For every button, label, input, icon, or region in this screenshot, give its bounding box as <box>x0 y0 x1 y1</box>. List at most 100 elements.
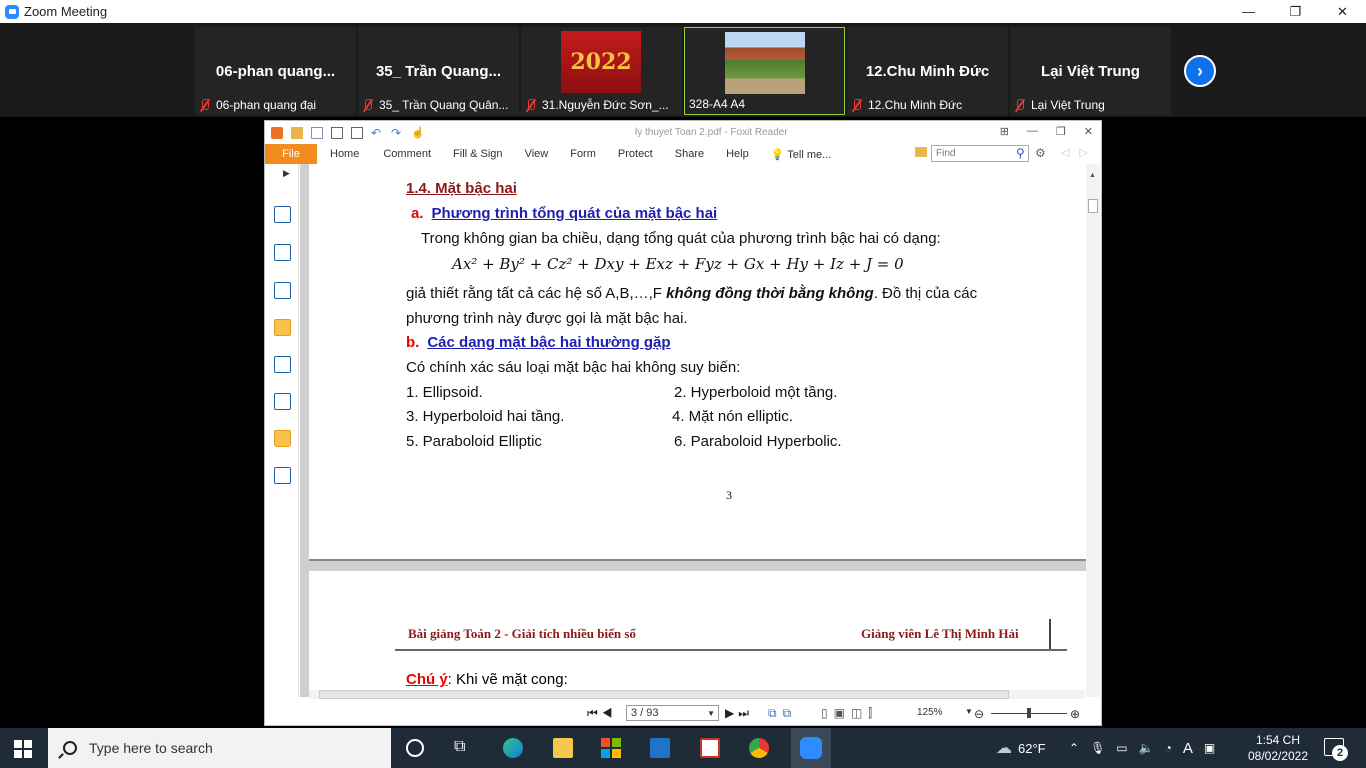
nav-arrows-icon[interactable]: ◁▷ <box>1061 146 1098 159</box>
vertical-scrollbar[interactable]: ▲ <box>1086 164 1100 697</box>
taskbar-search-box[interactable]: Type here to search <box>48 728 391 768</box>
lock-icon[interactable] <box>274 430 291 447</box>
comments-icon[interactable] <box>274 319 291 336</box>
tab-help[interactable]: Help <box>715 148 760 160</box>
participant-name: 35_ Trần Quang... <box>375 63 502 80</box>
pages-icon[interactable] <box>274 244 291 261</box>
tab-home[interactable]: Home <box>317 148 372 160</box>
network-icon[interactable]: ◔ <box>1165 741 1172 755</box>
ime-icon[interactable]: ▣ <box>1204 741 1215 755</box>
foxit-logo-icon <box>271 126 283 139</box>
ribbon-options-icon[interactable]: ⊞ <box>1000 125 1009 138</box>
zoom-in-icon[interactable]: ⊕ <box>1070 707 1080 721</box>
status-bar: ⏮◀ 3 / 93 ▼ ▶⏭ ⧉⧉ ▯▣◫⫿ 125% ▼ ⊖ ⊕ <box>265 703 1101 725</box>
foxit-minimize-button[interactable]: — <box>1027 125 1038 138</box>
view-mode-icons[interactable]: ⧉⧉ <box>768 706 797 721</box>
paragraph-line-1: giả thiết rằng tất cả các hệ số A,B,…,F … <box>406 285 978 302</box>
horizontal-scroll-thumb[interactable] <box>319 690 1009 699</box>
layers-icon[interactable] <box>274 282 291 299</box>
participant-label: 06-phan quang đại <box>195 95 316 115</box>
foxit-restore-button[interactable]: ❐ <box>1056 125 1066 138</box>
minimize-button[interactable]: — <box>1225 0 1272 23</box>
page-number-input[interactable]: 3 / 93 ▼ <box>626 705 719 721</box>
zoom-slider-knob[interactable] <box>1027 708 1031 718</box>
horizontal-scrollbar[interactable] <box>309 690 1085 699</box>
scroll-up-icon[interactable]: ▲ <box>1089 172 1096 179</box>
find-input[interactable]: Find <box>931 145 1029 162</box>
microphone-icon[interactable]: 🎙 <box>1090 741 1105 755</box>
weather-widget[interactable]: ☁ 62°F <box>996 728 1046 768</box>
zoom-level[interactable]: 125% <box>917 707 943 718</box>
find-folder-icon[interactable] <box>915 147 927 157</box>
tab-file[interactable]: File <box>265 144 317 164</box>
open-folder-icon[interactable] <box>291 126 303 139</box>
print-icon[interactable] <box>331 126 343 139</box>
hand-tool-icon[interactable]: ☝ <box>411 127 425 139</box>
participant-tile[interactable]: 2022 31.Nguyễn Đức Sơn_... <box>521 27 682 115</box>
restore-button[interactable]: ❐ <box>1272 0 1319 23</box>
intro-text: Trong không gian ba chiều, dạng tổng quá… <box>421 230 941 247</box>
tab-comment[interactable]: Comment <box>372 148 442 160</box>
tab-share[interactable]: Share <box>664 148 715 160</box>
subsection-a: a. Phương trình tổng quát của mặt bậc hai <box>411 205 718 222</box>
store-icon[interactable] <box>601 738 621 758</box>
windows-start-icon[interactable] <box>14 740 32 758</box>
header-divider <box>1049 619 1051 649</box>
pdf-page-4: Bài giảng Toán 2 - Giải tích nhiều biến … <box>309 571 1086 697</box>
battery-icon[interactable]: ▭ <box>1116 741 1127 755</box>
participant-label: 328-A4 A4 <box>689 97 746 111</box>
tab-fill-sign[interactable]: Fill & Sign <box>442 148 514 160</box>
window-title: Zoom Meeting <box>24 4 108 19</box>
volume-icon[interactable]: 🔈 <box>1139 741 1154 755</box>
tell-me-box[interactable]: 💡 Tell me... <box>760 148 843 161</box>
signature-icon[interactable] <box>274 393 291 410</box>
vertical-scroll-thumb[interactable] <box>1088 199 1098 213</box>
first-prev-page-icon[interactable]: ⏮◀ <box>587 706 617 721</box>
attachment-icon[interactable] <box>274 356 291 373</box>
section-title: 1.4. Mặt bậc hai <box>406 180 517 197</box>
page-number: 3 <box>726 488 732 502</box>
mic-muted-icon <box>362 98 374 112</box>
mail-icon[interactable] <box>650 738 670 758</box>
redo-icon[interactable]: ↷ <box>391 127 403 139</box>
zoom-out-icon[interactable]: ⊖ <box>974 707 984 721</box>
zoom-taskbar-icon[interactable] <box>791 728 831 768</box>
participant-tile-active[interactable]: 328-A4 A4 <box>684 27 845 115</box>
close-button[interactable]: ✕ <box>1319 0 1366 23</box>
participant-tile[interactable]: 12.Chu Minh Đức 12.Chu Minh Đức <box>847 27 1008 115</box>
clock[interactable]: 1:54 CH 08/02/2022 <box>1246 732 1310 764</box>
bookmark-icon[interactable] <box>274 206 291 223</box>
chevron-down-icon: ▼ <box>707 708 715 718</box>
participant-tile[interactable]: 06-phan quang... 06-phan quang đại <box>195 27 356 115</box>
tab-protect[interactable]: Protect <box>607 148 664 160</box>
sign-tool-icon[interactable] <box>274 467 291 484</box>
page-layout-icons[interactable]: ▯▣◫⫿ <box>821 706 878 721</box>
input-language[interactable]: A <box>1183 740 1193 757</box>
sidebar-expand-icon[interactable]: ▶ <box>283 168 290 179</box>
zoom-dropdown-icon[interactable]: ▼ <box>965 707 973 716</box>
foxit-close-button[interactable]: ✕ <box>1084 125 1093 138</box>
tab-form[interactable]: Form <box>559 148 607 160</box>
next-page-arrow-icon[interactable]: › <box>1184 55 1216 87</box>
document-view[interactable]: 1.4. Mặt bậc hai a. Phương trình tổng quá… <box>300 164 1086 697</box>
participant-tile[interactable]: 35_ Trần Quang... 35_ Trần Quang Quân... <box>358 27 519 115</box>
participant-tile[interactable]: Lại Việt Trung Lại Việt Trung <box>1010 27 1171 115</box>
navigation-sidebar: ▶ <box>265 164 299 697</box>
task-view-icon[interactable]: ⧉ <box>454 738 474 758</box>
gear-icon[interactable]: ⚙ <box>1035 146 1046 160</box>
search-icon <box>63 741 77 755</box>
email-icon[interactable] <box>351 126 363 139</box>
edge-icon[interactable] <box>503 738 523 758</box>
search-icon[interactable]: ⚲ <box>1016 146 1025 160</box>
cortana-icon[interactable] <box>406 739 424 757</box>
chrome-icon[interactable] <box>749 738 769 758</box>
tab-view[interactable]: View <box>514 148 560 160</box>
app-icon[interactable] <box>700 738 720 758</box>
save-icon[interactable] <box>311 126 323 139</box>
next-last-page-icon[interactable]: ▶⏭ <box>725 706 753 721</box>
lightbulb-icon: 💡 <box>770 148 785 161</box>
file-explorer-icon[interactable] <box>553 738 573 758</box>
windows-taskbar: Type here to search ⧉ ☁ 62°F ⌃ 🎙 ▭ 🔈 ◔ A… <box>0 728 1366 768</box>
chevron-up-icon[interactable]: ⌃ <box>1069 741 1079 755</box>
undo-icon[interactable]: ↶ <box>371 127 383 139</box>
